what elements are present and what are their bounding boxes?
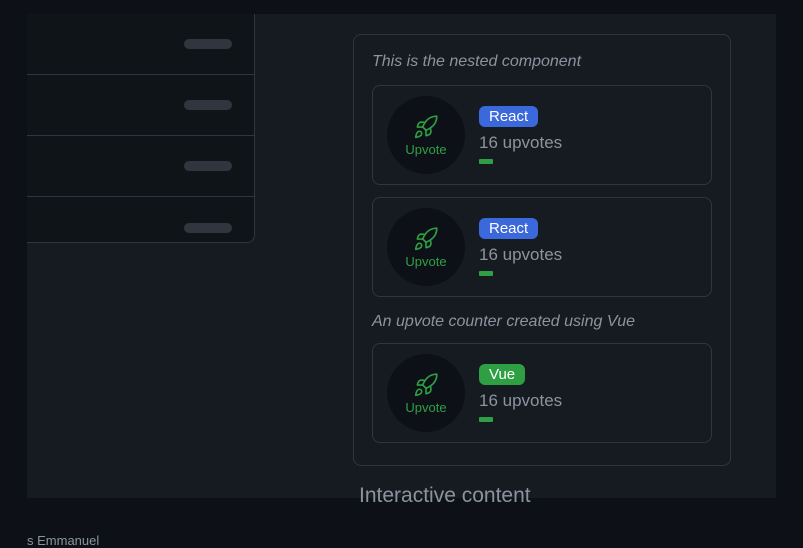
sidebar-item[interactable] <box>27 14 254 75</box>
upvote-button[interactable]: Upvote <box>387 208 465 286</box>
upvote-count: 16 upvotes <box>479 391 562 411</box>
placeholder-pill <box>184 39 232 49</box>
section-heading: Interactive content <box>359 484 731 508</box>
upvote-label: Upvote <box>405 142 446 157</box>
progress-bar <box>479 159 493 164</box>
vue-description: An upvote counter created using Vue <box>372 313 712 331</box>
progress-bar <box>479 271 493 276</box>
upvote-card: Upvote React 16 upvotes <box>372 197 712 297</box>
upvote-count: 16 upvotes <box>479 245 562 265</box>
sidebar-item[interactable] <box>27 197 254 258</box>
nested-component-panel: This is the nested component Upvote Reac… <box>353 34 731 466</box>
framework-badge: React <box>479 218 538 239</box>
framework-badge: React <box>479 106 538 127</box>
upvote-button[interactable]: Upvote <box>387 96 465 174</box>
upvote-card: Upvote Vue 16 upvotes <box>372 343 712 443</box>
upvote-button[interactable]: Upvote <box>387 354 465 432</box>
placeholder-pill <box>184 100 232 110</box>
upvote-card: Upvote React 16 upvotes <box>372 85 712 185</box>
sidebar-item[interactable] <box>27 75 254 136</box>
rocket-icon <box>413 226 439 252</box>
rocket-icon <box>413 372 439 398</box>
footer-text: s Emmanuel <box>27 533 99 548</box>
upvote-label: Upvote <box>405 254 446 269</box>
placeholder-pill <box>184 223 232 233</box>
panel-title: This is the nested component <box>372 53 712 71</box>
upvote-label: Upvote <box>405 400 446 415</box>
framework-badge: Vue <box>479 364 525 385</box>
placeholder-pill <box>184 161 232 171</box>
upvote-count: 16 upvotes <box>479 133 562 153</box>
main-content: This is the nested component Upvote Reac… <box>305 14 776 498</box>
sidebar-item[interactable] <box>27 136 254 197</box>
sidebar <box>27 14 255 243</box>
rocket-icon <box>413 114 439 140</box>
progress-bar <box>479 417 493 422</box>
